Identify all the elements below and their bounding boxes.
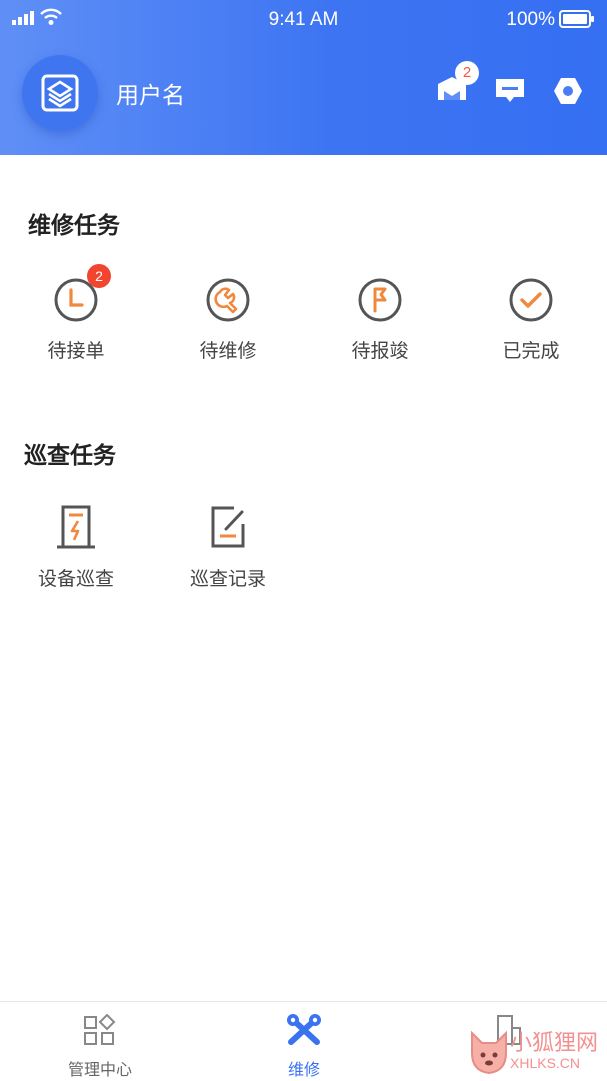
header-bar: 9:41 AM 100% 用户名 2 (0, 0, 607, 155)
repair-item-pending-accept[interactable]: 2 待接单 (21, 264, 131, 363)
notification-badge: 2 (455, 61, 479, 85)
inspection-item-device[interactable]: 设备巡查 (21, 504, 131, 591)
repair-item-pending-repair[interactable]: 待维修 (173, 276, 283, 363)
device-power-icon (57, 505, 95, 549)
inspection-item-records[interactable]: 巡查记录 (173, 504, 283, 591)
battery-percent: 100% (506, 9, 555, 30)
edit-record-icon (211, 506, 245, 548)
settings-icon[interactable] (552, 76, 584, 106)
logo-icon (41, 74, 79, 112)
repair-item-label: 待报竣 (351, 340, 409, 362)
avatar[interactable] (22, 55, 98, 131)
status-bar: 9:41 AM 100% (0, 0, 607, 40)
repair-item-completed[interactable]: 已完成 (476, 276, 586, 363)
watermark: 小狐狸网 XHLKS.CN (462, 1003, 607, 1080)
repair-item-label: 待接单 (47, 340, 105, 362)
tab-repair[interactable]: 维修 (234, 1014, 374, 1080)
pending-badge: 2 (87, 264, 111, 288)
inspection-section-title: 巡查任务 (24, 443, 116, 469)
fox-logo-icon (471, 1030, 507, 1075)
watermark-text: 小狐狸网 (510, 1031, 599, 1056)
repair-item-label: 已完成 (502, 340, 560, 362)
grid-icon (84, 1013, 116, 1045)
repair-item-pending-completion[interactable]: 待报竣 (325, 276, 435, 363)
tab-management-center[interactable]: 管理中心 (30, 1013, 170, 1080)
flag-icon (358, 278, 402, 322)
check-icon (509, 278, 553, 322)
inspection-item-label: 巡查记录 (189, 568, 266, 590)
battery-icon (559, 10, 594, 28)
watermark-url: XHLKS.CN (510, 1055, 581, 1071)
repair-item-label: 待维修 (199, 340, 257, 362)
wrench-icon (206, 278, 250, 322)
username[interactable]: 用户名 (116, 76, 185, 110)
message-icon[interactable] (494, 77, 526, 105)
tools-icon (287, 1014, 321, 1045)
tab-label: 维修 (287, 1060, 320, 1079)
tab-label: 管理中心 (67, 1060, 132, 1079)
inspection-item-label: 设备巡查 (37, 568, 114, 590)
repair-section-title: 维修任务 (28, 213, 120, 239)
